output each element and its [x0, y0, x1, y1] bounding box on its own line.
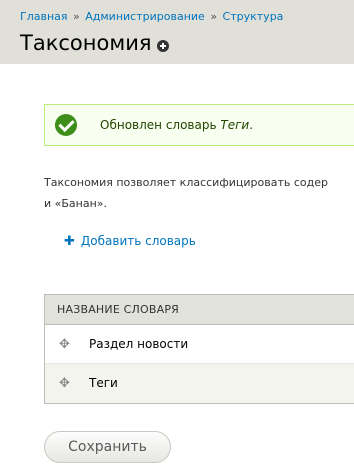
- breadcrumb-separator: »: [73, 10, 80, 23]
- page-header: Главная » Администрирование » Структура …: [0, 0, 354, 64]
- table-row: ✥ Теги: [45, 364, 354, 403]
- plus-icon: ✚: [64, 234, 75, 249]
- drag-handle-icon[interactable]: ✥: [58, 377, 71, 390]
- help-text-line: Таксономия позволяет классифицировать со…: [44, 176, 328, 189]
- drag-handle-icon[interactable]: ✥: [58, 338, 71, 351]
- status-suffix: .: [249, 118, 254, 132]
- help-text-line: и «Банан».: [44, 197, 108, 210]
- vocabulary-name[interactable]: Раздел новости: [89, 337, 188, 351]
- breadcrumb-home-link[interactable]: Главная: [20, 10, 68, 23]
- add-vocabulary-link[interactable]: ✚ Добавить словарь: [64, 234, 196, 249]
- table-header-name: НАЗВАНИЕ СЛОВАРЯ: [45, 295, 354, 325]
- table-row: ✥ Раздел новости: [45, 325, 354, 364]
- plus-circle-icon[interactable]: [157, 40, 169, 52]
- status-message: Обновлен словарь Теги.: [44, 104, 354, 146]
- page-title: Таксономия: [20, 31, 152, 55]
- vocabulary-table: НАЗВАНИЕ СЛОВАРЯ ✥ Раздел новости ✥ Теги: [44, 294, 354, 404]
- breadcrumb-admin-link[interactable]: Администрирование: [85, 10, 205, 23]
- save-button[interactable]: Сохранить: [44, 431, 171, 463]
- status-text: Обновлен словарь Теги.: [100, 118, 253, 132]
- status-prefix: Обновлен словарь: [100, 118, 221, 132]
- vocabulary-name[interactable]: Теги: [89, 376, 118, 390]
- breadcrumb: Главная » Администрирование » Структура: [20, 10, 283, 23]
- breadcrumb-structure-link[interactable]: Структура: [223, 10, 284, 23]
- check-circle-icon: [55, 114, 77, 136]
- breadcrumb-separator: »: [210, 10, 218, 23]
- status-vocabulary-name: Теги: [220, 118, 250, 132]
- add-vocabulary-label: Добавить словарь: [80, 234, 196, 248]
- help-text: Таксономия позволяет классифицировать со…: [44, 172, 328, 214]
